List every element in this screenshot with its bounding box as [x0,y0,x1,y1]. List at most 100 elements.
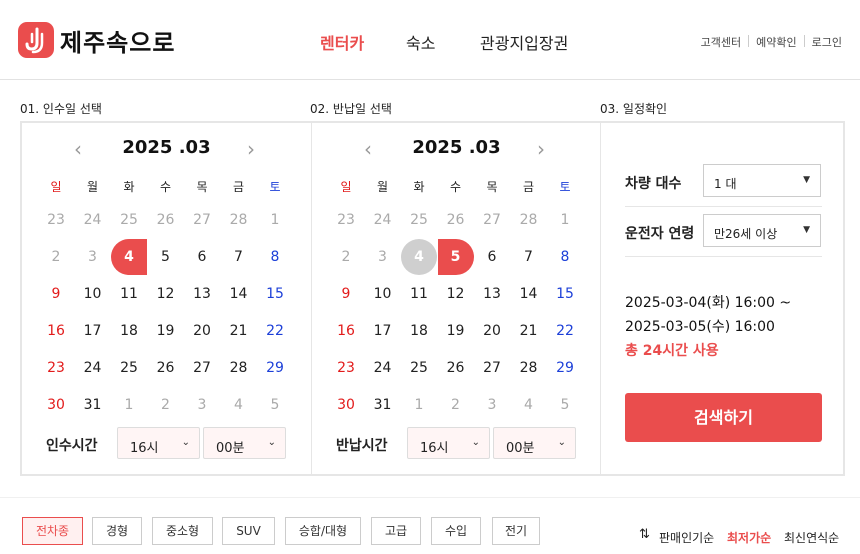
date-cell[interactable]: 7 [511,239,547,275]
pickup-minute-select[interactable]: 00분 ⌄ [203,427,286,459]
date-cell[interactable]: 26 [148,350,184,386]
date-cell[interactable]: 7 [221,239,257,275]
date-cell[interactable]: 6 [184,239,220,275]
date-cell[interactable]: 8 [547,239,583,275]
selected-date-cell[interactable]: 5 [437,239,474,275]
date-cell[interactable]: 15 [547,276,583,312]
customer-center-link[interactable]: 고객센터 [701,34,741,50]
date-cell[interactable]: 20 [184,313,220,349]
weekday-label: 목 [486,180,498,194]
date-cell[interactable]: 19 [438,313,474,349]
filter-bar: 전차종 경형 중소형 SUV 승합/대형 고급 수입 전기 ⇅ 판매인기순 최저… [0,497,860,554]
date-cell[interactable]: 13 [184,276,220,312]
filter-all[interactable]: 전차종 [22,517,83,545]
car-count-label: 차량 대수 [625,176,682,192]
date-cell[interactable]: 6 [474,239,510,275]
date-cell[interactable]: 14 [511,276,547,312]
hour-value: 16시 [130,441,159,456]
next-month-icon[interactable]: › [247,137,255,161]
filter-suv[interactable]: SUV [222,517,275,545]
date-cell[interactable]: 11 [111,276,147,312]
date-cell[interactable]: 12 [438,276,474,312]
date-cell[interactable]: 25 [111,350,147,386]
date-cell[interactable]: 30 [38,387,74,423]
date-cell[interactable]: 22 [257,313,293,349]
calendar-header: ‹ 2025 .03 › [22,137,311,161]
date-cell[interactable]: 17 [75,313,111,349]
weekday-label: 일 [50,180,62,194]
minute-value: 00분 [216,441,245,456]
chevron-down-icon: ⌄ [557,437,566,448]
date-cell: 2 [341,249,351,265]
date-cell[interactable]: 22 [547,313,583,349]
date-cell[interactable]: 31 [75,387,111,423]
filter-compact[interactable]: 경형 [92,517,142,545]
nav-lodging[interactable]: 숙소 [406,30,435,54]
search-button[interactable]: 검색하기 [625,393,822,442]
date-cell[interactable]: 18 [111,313,147,349]
date-cell[interactable]: 27 [474,350,510,386]
date-cell[interactable]: 13 [474,276,510,312]
login-link[interactable]: 로그인 [812,34,842,50]
filter-van[interactable]: 승합/대형 [285,517,361,545]
driver-age-select[interactable]: 만26세 이상 ▼ [703,214,821,247]
sort-popular[interactable]: 판매인기순 [659,529,714,546]
selected-date-cell[interactable]: 4 [401,239,437,275]
filter-midsize[interactable]: 중소형 [152,517,213,545]
confirm-section-label: 03. 일정확인 [600,102,668,116]
date-cell[interactable]: 15 [257,276,293,312]
nav-rentcar[interactable]: 렌터카 [320,30,364,54]
date-cell[interactable]: 9 [328,276,364,312]
return-minute-select[interactable]: 00분 ⌄ [493,427,576,459]
date-cell[interactable]: 27 [184,350,220,386]
date-cell[interactable]: 10 [75,276,111,312]
date-cell: 3 [88,249,97,265]
date-cell: 3 [487,397,497,413]
date-cell[interactable]: 24 [365,350,401,386]
date-cell[interactable]: 25 [401,350,437,386]
filter-import[interactable]: 수입 [431,517,481,545]
next-month-icon[interactable]: › [537,137,545,161]
date-cell[interactable]: 20 [474,313,510,349]
date-cell[interactable]: 29 [547,350,583,386]
date-cell[interactable]: 26 [438,350,474,386]
date-cell[interactable]: 28 [221,350,257,386]
return-hour-select[interactable]: 16시 ⌄ [407,427,490,459]
date-cell: 25 [410,212,428,228]
sort-newest-model[interactable]: 최신연식순 [784,529,839,546]
date-cell[interactable]: 21 [221,313,257,349]
date-cell[interactable]: 16 [328,313,364,349]
date-cell[interactable]: 11 [401,276,437,312]
date-cell[interactable]: 14 [221,276,257,312]
filter-luxury[interactable]: 고급 [371,517,421,545]
date-cell[interactable]: 29 [257,350,293,386]
date-cell[interactable]: 8 [257,239,293,275]
date-cell[interactable]: 9 [38,276,74,312]
date-cell[interactable]: 23 [328,350,364,386]
car-count-select[interactable]: 1 대 ▼ [703,164,821,197]
date-cell: 26 [156,212,175,228]
nav-attraction-tickets[interactable]: 관광지입장권 [480,30,568,54]
date-cell[interactable]: 24 [75,350,111,386]
filter-electric[interactable]: 전기 [492,517,540,545]
date-cell[interactable]: 18 [401,313,437,349]
date-cell[interactable]: 28 [511,350,547,386]
pickup-section-label: 01. 인수일 선택 [20,102,102,116]
date-cell[interactable]: 21 [511,313,547,349]
date-cell[interactable]: 30 [328,387,364,423]
month-title: 2025 .03 [412,137,501,158]
date-cell[interactable]: 23 [38,350,74,386]
car-count-row: 차량 대수 1 대 ▼ [625,157,822,207]
date-cell[interactable]: 12 [148,276,184,312]
date-cell[interactable]: 16 [38,313,74,349]
date-cell[interactable]: 17 [365,313,401,349]
date-cell[interactable]: 10 [365,276,401,312]
date-cell[interactable]: 31 [365,387,401,423]
selected-date-cell[interactable]: 4 [111,239,147,275]
date-cell: 25 [120,212,138,228]
date-cell[interactable]: 5 [148,239,184,275]
date-cell[interactable]: 19 [148,313,184,349]
sort-lowest-price[interactable]: 최저가순 [727,529,771,546]
reservation-check-link[interactable]: 예약확인 [756,34,796,50]
pickup-hour-select[interactable]: 16시 ⌄ [117,427,200,459]
